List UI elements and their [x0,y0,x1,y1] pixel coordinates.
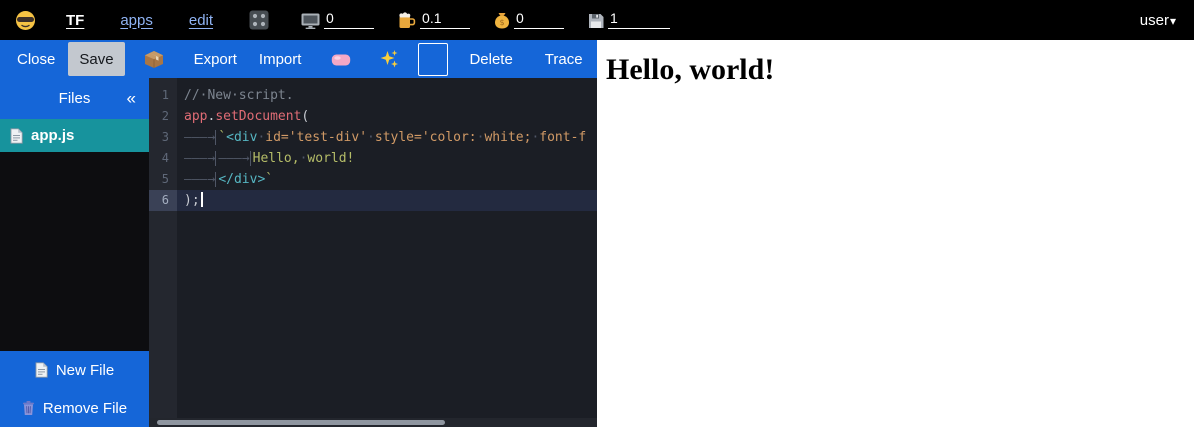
app-window: TF apps edit 0 [0,0,1194,427]
export-button[interactable]: Export [183,42,248,76]
code-line[interactable]: app.setDocument( [177,106,597,127]
stat-saves: 1 [588,11,670,29]
editor-gutter: 123456 [149,78,177,427]
line-number: 3 [149,127,177,148]
user-menu-button[interactable]: user▾ [1140,12,1176,29]
text-cursor [201,192,203,207]
collapse-sidebar-button[interactable]: « [127,88,136,108]
horizontal-scrollbar-track[interactable] [149,418,597,427]
new-file-button[interactable]: New File [0,351,149,389]
code-token: //·New·script. [184,88,294,103]
line-number: 6 [149,190,177,211]
code-line[interactable]: ———→`<div·id='test-div'·style='color:·wh… [177,127,597,148]
floppy-disk-icon [588,13,604,29]
code-token: ———→ [218,151,250,166]
files-header: Files « [0,78,149,119]
stat-money-value[interactable]: 0 [514,11,564,29]
code-line[interactable]: ———→</div>` [177,169,597,190]
close-button[interactable]: Close [6,42,66,76]
code-token: 'color: [422,130,477,145]
file-document-icon [10,128,23,144]
code-token: · [367,130,375,145]
trash-icon [22,400,35,416]
sidebar-empty-area [0,152,149,351]
code-token: id= [265,130,288,145]
new-file-icon [35,362,48,378]
code-token: </div> [218,172,265,187]
line-number: 2 [149,106,177,127]
line-number: 1 [149,85,177,106]
code-token: white; [484,130,531,145]
line-number: 5 [149,169,177,190]
money-bag-icon: $ [494,12,510,29]
monitor-icon [301,13,320,29]
user-label: user [1140,12,1169,29]
code-line[interactable]: //·New·script. [177,85,597,106]
svg-text:$: $ [500,18,505,27]
brand-link[interactable]: TF [66,12,84,29]
code-token: ———→ [184,130,216,145]
code-token: setDocument [215,109,301,124]
code-token: ` [218,130,226,145]
soap-icon [331,52,351,67]
sparkles-icon [379,49,399,69]
stat-beer-value[interactable]: 0.1 [420,11,470,29]
editor-code[interactable]: //·New·script.app.setDocument(———→`<div·… [177,78,597,427]
code-editor[interactable]: 123456 //·New·script. app.setDocument( ———… [149,78,597,427]
code-line[interactable]: ); [177,190,597,211]
code-token: ` [265,172,273,187]
new-file-label: New File [56,362,114,379]
code-token: ———→ [184,172,216,187]
nav-link-apps[interactable]: apps [120,12,153,29]
code-token: 'test-div' [289,130,367,145]
file-name: app.js [31,127,74,144]
keypad-icon[interactable] [249,10,269,30]
remove-file-label: Remove File [43,400,127,417]
code-token: <div [226,130,257,145]
files-sidebar: Files « app.j [0,78,149,427]
output-panel: Hello, world! [597,40,1194,427]
code-token: ( [301,109,309,124]
output-text: Hello, world! [606,53,1194,87]
code-token: ); [184,193,200,208]
import-button[interactable]: Import [248,42,313,76]
save-button[interactable]: Save [68,42,124,76]
stat-saves-value[interactable]: 1 [608,11,670,29]
code-token: style= [375,130,422,145]
delete-button[interactable]: Delete [458,42,523,76]
sparkles-button[interactable] [370,42,408,76]
nav-link-edit[interactable]: edit [189,12,213,29]
scrollbar-thumb[interactable] [157,420,445,425]
stat-money: $ 0 [494,11,564,29]
editor-app-panel: Close Save Export Import [0,40,597,427]
caret-down-icon: ▾ [1170,14,1176,28]
remove-file-button[interactable]: Remove File [0,389,149,427]
files-header-label: Files [59,90,91,107]
file-item-appjs[interactable]: app.js [0,119,149,152]
beer-mug-icon [398,12,416,29]
package-icon [144,50,164,69]
line-number: 4 [149,148,177,169]
smiley-sunglasses-icon[interactable] [15,10,36,31]
code-token: world! [307,151,354,166]
topbar: TF apps edit 0 [0,0,1194,40]
toolbar: Close Save Export Import [0,40,597,78]
soap-button[interactable] [322,42,360,76]
package-button[interactable] [135,42,173,76]
code-token: ———→ [184,151,216,166]
blank-button[interactable] [418,43,448,76]
code-token: Hello, [253,151,300,166]
stat-monitor-value[interactable]: 0 [324,11,374,29]
trace-button[interactable]: Trace [534,42,594,76]
stat-monitor: 0 [301,11,374,29]
stat-beer: 0.1 [398,11,470,29]
code-line[interactable]: ———→———→Hello,·world! [177,148,597,169]
code-token: app [184,109,207,124]
workspace: Files « app.j [0,78,597,427]
code-token: font-f [539,130,586,145]
